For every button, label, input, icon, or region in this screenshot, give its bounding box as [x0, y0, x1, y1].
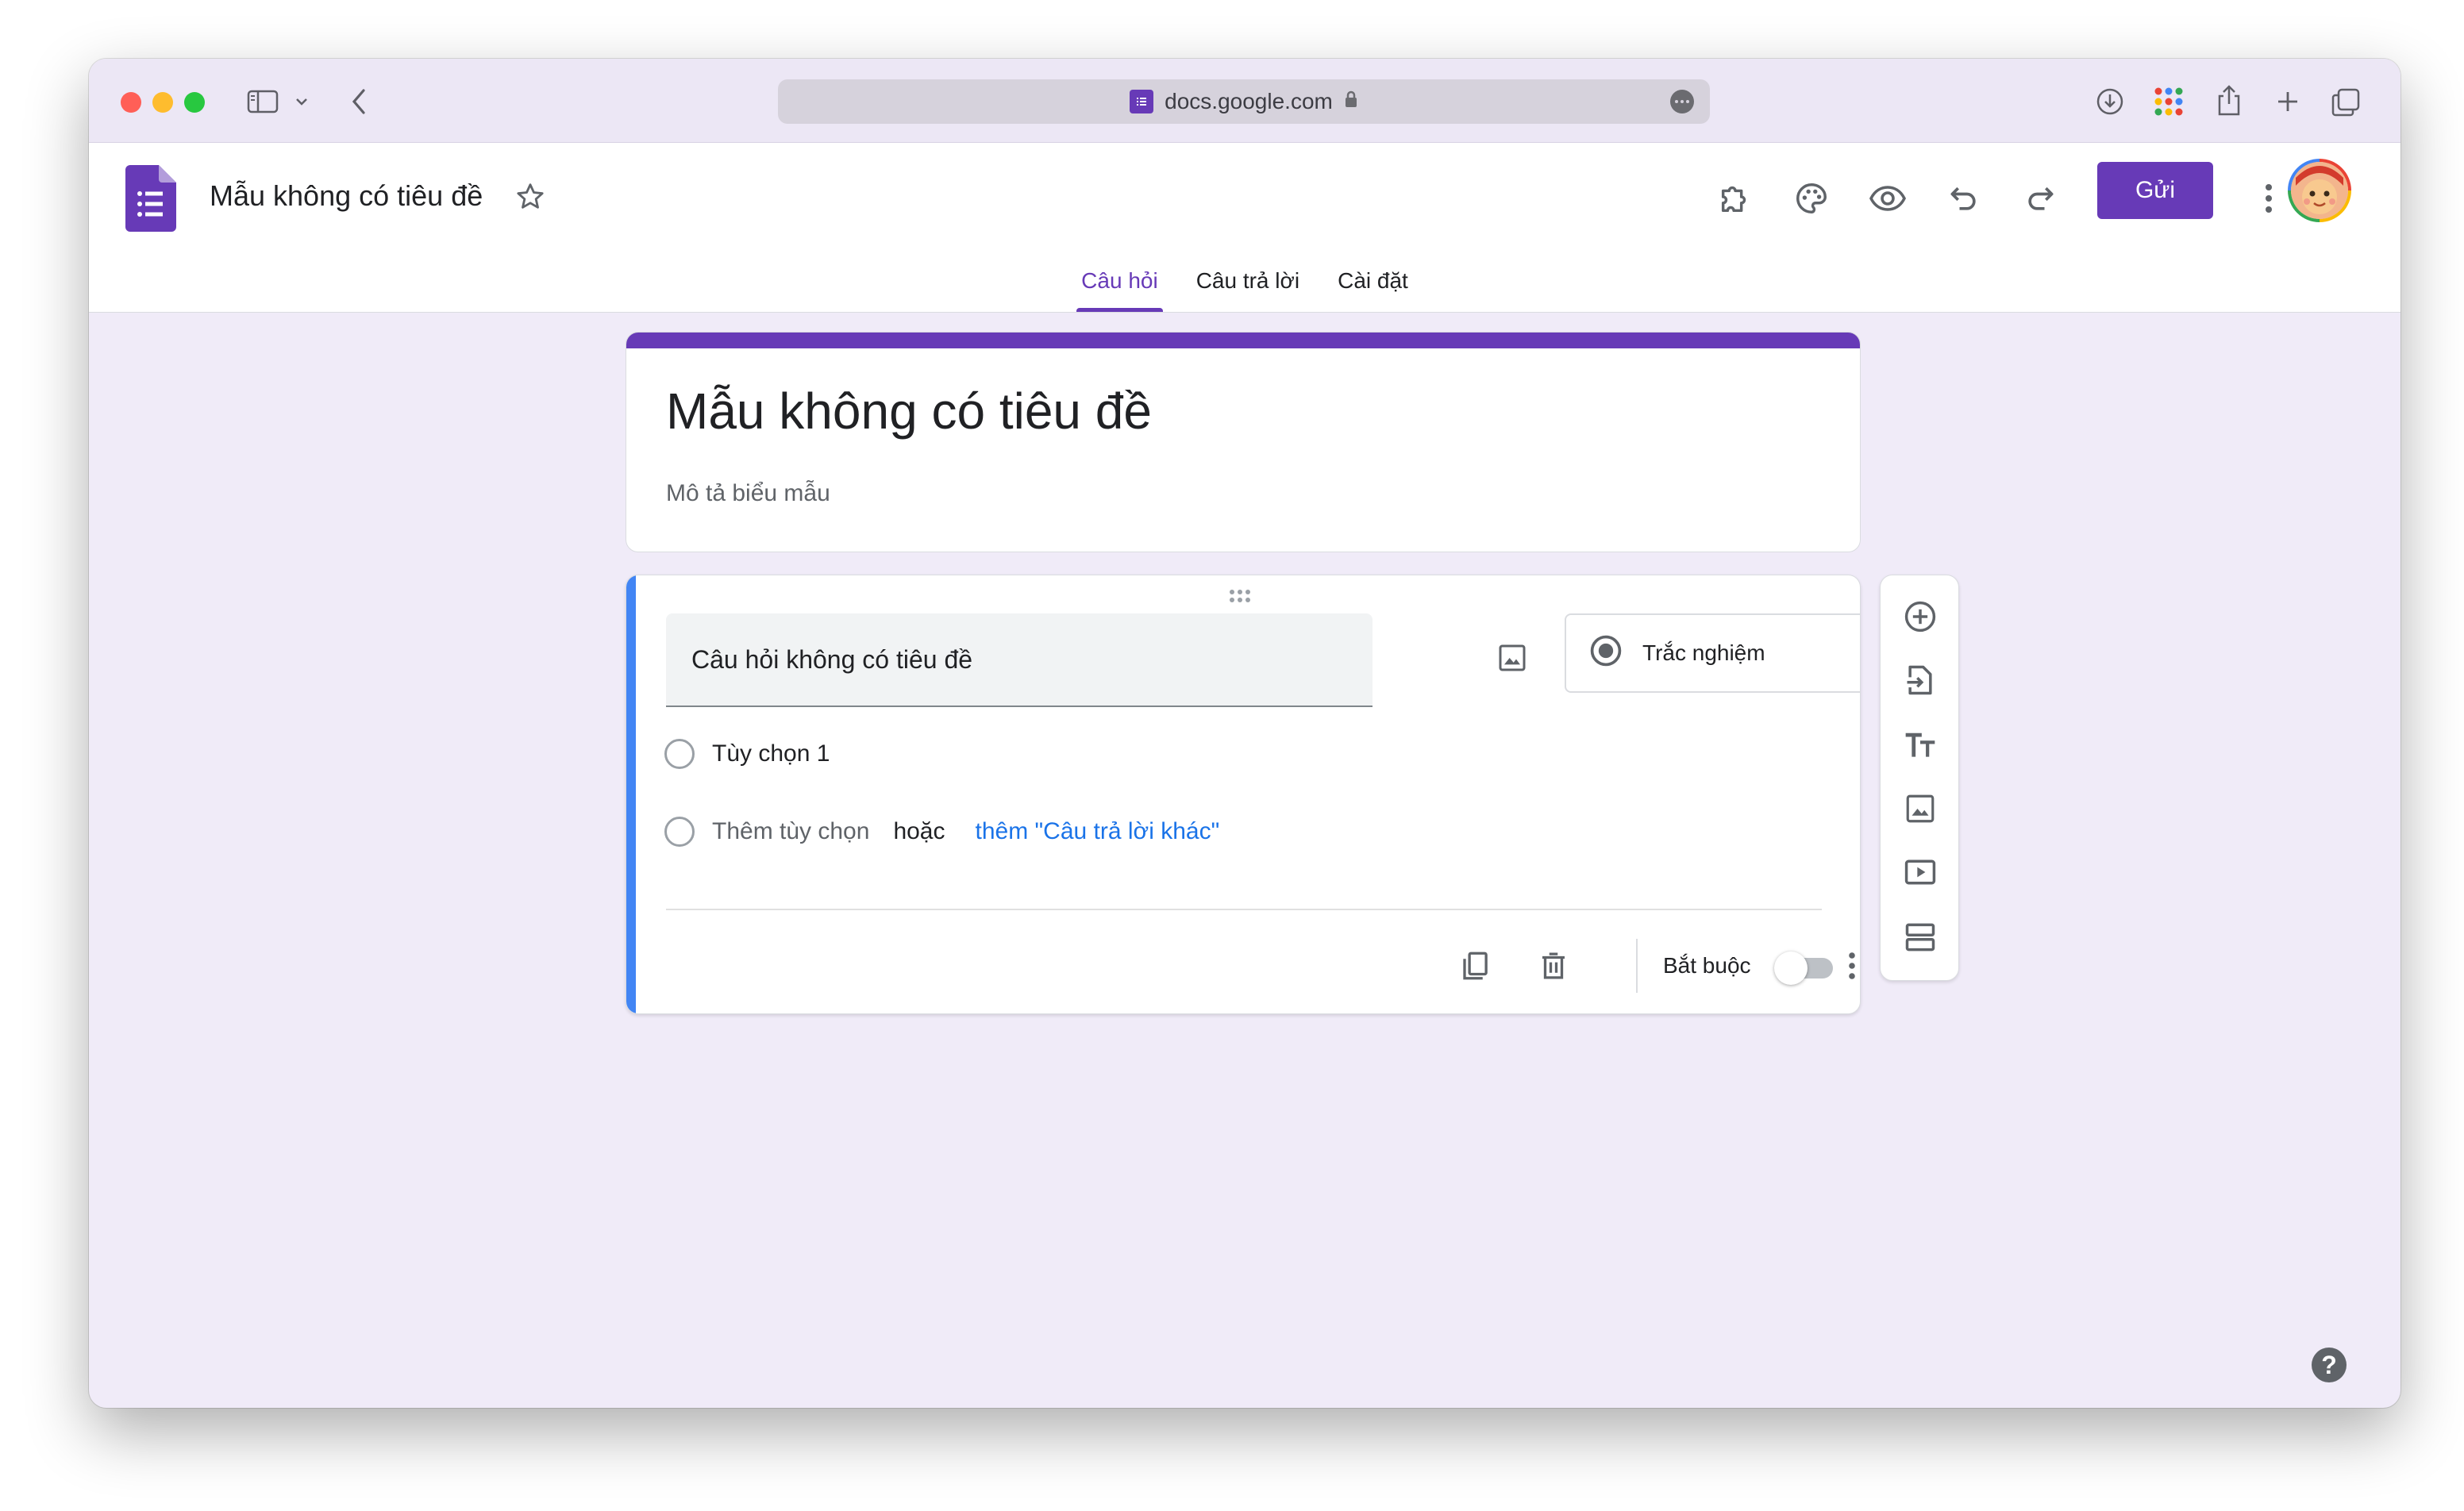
share-icon[interactable] — [2212, 81, 2246, 119]
minimize-window-button[interactable] — [152, 92, 173, 113]
tab-questions[interactable]: Câu hỏi — [1062, 250, 1177, 312]
preview-eye-icon[interactable] — [1865, 176, 1910, 221]
chevron-down-icon[interactable] — [292, 92, 311, 111]
floating-toolbar — [1880, 575, 1959, 981]
question-card: Câu hỏi không có tiêu đề Trắc nghiệm Tùy… — [626, 575, 1861, 1014]
zoom-window-button[interactable] — [184, 92, 205, 113]
download-icon[interactable] — [2092, 84, 2127, 119]
question-type-label: Trắc nghiệm — [1642, 640, 1765, 665]
google-forms-logo-icon[interactable] — [125, 165, 176, 236]
option-row: Tùy chọn 1 — [664, 739, 830, 769]
import-questions-icon[interactable] — [1896, 656, 1944, 704]
tab-settings[interactable]: Cài đặt — [1319, 250, 1427, 312]
lock-icon — [1344, 89, 1358, 114]
browser-window: docs.google.com Mẫu không có tiêu đề Gửi… — [89, 59, 2400, 1408]
apps-grid-icon[interactable] — [2151, 84, 2186, 119]
page-menu-icon[interactable] — [1670, 90, 1694, 113]
option-radio-icon — [664, 817, 695, 847]
undo-icon[interactable] — [1942, 176, 1986, 221]
option-radio-icon — [664, 739, 695, 769]
question-title-input[interactable]: Câu hỏi không có tiêu đề — [666, 613, 1373, 707]
tabs-overview-icon[interactable] — [2329, 86, 2362, 119]
send-button[interactable]: Gửi — [2097, 162, 2213, 219]
active-question-indicator — [626, 575, 636, 1013]
avatar-image-icon — [2291, 162, 2348, 219]
close-window-button[interactable] — [121, 92, 141, 113]
tab-responses[interactable]: Câu trả lời — [1177, 250, 1319, 312]
footer-separator — [1636, 939, 1638, 993]
palette-icon[interactable] — [1789, 176, 1834, 221]
footer-divider — [666, 909, 1822, 910]
add-option-row: Thêm tùy chọn hoặc thêm "Câu trả lời khá… — [664, 817, 1219, 847]
url-text: docs.google.com — [1165, 89, 1333, 113]
question-more-icon[interactable] — [1828, 942, 1860, 990]
or-text: hoặc — [893, 818, 945, 844]
question-type-select[interactable]: Trắc nghiệm — [1565, 613, 1860, 693]
add-other-link[interactable]: thêm "Câu trả lời khác" — [976, 818, 1220, 845]
add-section-icon[interactable] — [1896, 913, 1944, 961]
delete-icon[interactable] — [1530, 942, 1577, 990]
add-image-icon[interactable] — [1490, 636, 1534, 680]
required-label: Bắt buộc — [1663, 953, 1751, 978]
add-title-icon[interactable] — [1896, 721, 1944, 769]
form-description-input[interactable]: Mô tả biểu mẫu — [666, 480, 830, 507]
duplicate-icon[interactable] — [1452, 942, 1500, 990]
form-title-input[interactable]: Mẫu không có tiêu đề — [666, 382, 1152, 440]
sidebar-icon[interactable] — [244, 87, 281, 116]
forms-header: Mẫu không có tiêu đề Gửi Câu hỏi Câu trả… — [89, 143, 2400, 313]
toggle-knob — [1774, 952, 1808, 985]
drag-handle-icon[interactable] — [1230, 590, 1250, 602]
more-vert-icon[interactable] — [2246, 176, 2291, 221]
browser-toolbar: docs.google.com — [89, 59, 2400, 143]
add-option-link[interactable]: Thêm tùy chọn — [712, 818, 869, 845]
address-bar[interactable]: docs.google.com — [778, 79, 1710, 124]
addon-icon[interactable] — [1713, 176, 1758, 221]
redo-icon[interactable] — [2018, 176, 2062, 221]
required-toggle[interactable] — [1774, 952, 1835, 985]
radio-button-icon — [1588, 633, 1623, 674]
add-image-icon[interactable] — [1896, 785, 1944, 832]
new-tab-icon[interactable] — [2272, 86, 2304, 117]
option-label[interactable]: Tùy chọn 1 — [712, 740, 830, 767]
help-icon[interactable]: ? — [2312, 1348, 2347, 1382]
forms-favicon-icon — [1130, 90, 1154, 113]
add-question-icon[interactable] — [1896, 593, 1944, 640]
back-icon[interactable] — [343, 86, 375, 117]
document-title[interactable]: Mẫu không có tiêu đề — [210, 179, 483, 213]
tab-bar: Câu hỏi Câu trả lời Cài đặt — [89, 250, 2400, 312]
form-title-card: Mẫu không có tiêu đề Mô tả biểu mẫu — [626, 332, 1861, 552]
add-video-icon[interactable] — [1896, 848, 1944, 896]
star-icon[interactable] — [514, 181, 546, 217]
title-card-accent-bar — [626, 333, 1860, 348]
avatar[interactable] — [2288, 159, 2351, 222]
